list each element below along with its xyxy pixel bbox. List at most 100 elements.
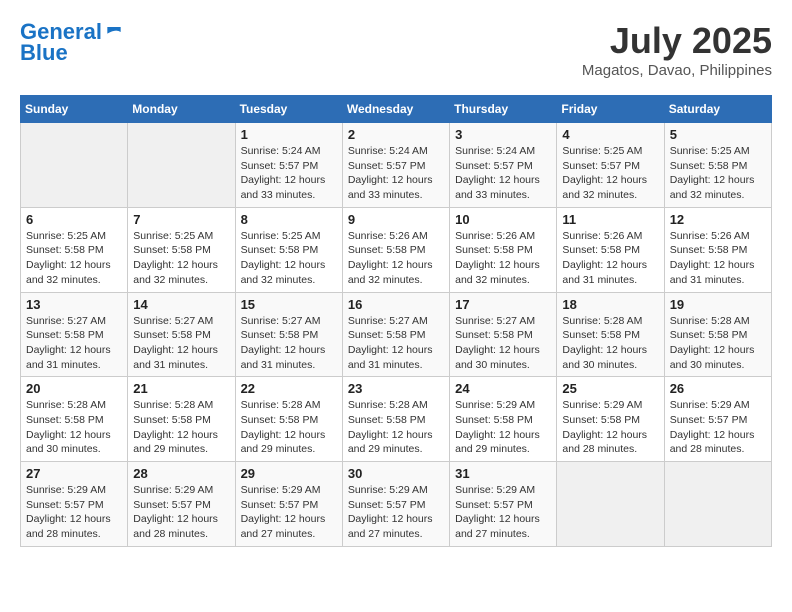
calendar-week-row: 13 Sunrise: 5:27 AMSunset: 5:58 PMDayligh… — [21, 292, 772, 377]
logo-icon — [104, 22, 124, 42]
calendar-cell — [557, 462, 664, 547]
calendar-cell: 6 Sunrise: 5:25 AMSunset: 5:58 PMDaylight… — [21, 207, 128, 292]
calendar-cell: 1Sunrise: 5:24 AMSunset: 5:57 PMDaylight… — [235, 123, 342, 208]
day-number: 19 — [670, 297, 766, 312]
weekday-header: Thursday — [450, 96, 557, 123]
day-number: 25 — [562, 381, 658, 396]
weekday-header: Sunday — [21, 96, 128, 123]
day-info: Sunrise: 5:28 AMSunset: 5:58 PMDaylight:… — [241, 398, 337, 457]
calendar-cell: 24Sunrise: 5:29 AMSunset: 5:58 PMDayligh… — [450, 377, 557, 462]
calendar-cell: 29Sunrise: 5:29 AMSunset: 5:57 PMDayligh… — [235, 462, 342, 547]
day-info: Sunrise: 5:26 AMSunset: 5:58 PMDaylight:… — [348, 229, 444, 288]
calendar-cell — [21, 123, 128, 208]
calendar-cell: 2Sunrise: 5:24 AMSunset: 5:57 PMDaylight… — [342, 123, 449, 208]
calendar-cell — [128, 123, 235, 208]
calendar-cell: 7Sunrise: 5:25 AMSunset: 5:58 PMDaylight… — [128, 207, 235, 292]
page-header: General Blue July 2025 Magatos, Davao, P… — [20, 20, 772, 79]
day-info: Sunrise: 5:26 AMSunset: 5:58 PMDaylight:… — [670, 229, 766, 288]
day-info: Sunrise: 5:25 AMSunset: 5:58 PMDaylight:… — [26, 229, 122, 288]
day-number: 14 — [133, 297, 229, 312]
calendar-cell: 21Sunrise: 5:28 AMSunset: 5:58 PMDayligh… — [128, 377, 235, 462]
day-number: 4 — [562, 127, 658, 142]
day-info: Sunrise: 5:24 AMSunset: 5:57 PMDaylight:… — [455, 144, 551, 203]
day-info: Sunrise: 5:29 AMSunset: 5:57 PMDaylight:… — [133, 483, 229, 542]
day-info: Sunrise: 5:28 AMSunset: 5:58 PMDaylight:… — [133, 398, 229, 457]
day-info: Sunrise: 5:25 AMSunset: 5:58 PMDaylight:… — [670, 144, 766, 203]
day-info: Sunrise: 5:24 AMSunset: 5:57 PMDaylight:… — [348, 144, 444, 203]
month-year-title: July 2025 — [582, 20, 772, 62]
day-number: 23 — [348, 381, 444, 396]
day-info: Sunrise: 5:27 AMSunset: 5:58 PMDaylight:… — [241, 314, 337, 373]
calendar-week-row: 6 Sunrise: 5:25 AMSunset: 5:58 PMDaylight… — [21, 207, 772, 292]
day-info: Sunrise: 5:28 AMSunset: 5:58 PMDaylight:… — [562, 314, 658, 373]
weekday-header: Monday — [128, 96, 235, 123]
day-info: Sunrise: 5:28 AMSunset: 5:58 PMDaylight:… — [670, 314, 766, 373]
day-number: 7 — [133, 212, 229, 227]
day-number: 28 — [133, 466, 229, 481]
calendar-cell: 22 Sunrise: 5:28 AMSunset: 5:58 PMDayligh… — [235, 377, 342, 462]
calendar-cell — [664, 462, 771, 547]
day-info: Sunrise: 5:29 AMSunset: 5:57 PMDaylight:… — [348, 483, 444, 542]
weekday-header: Friday — [557, 96, 664, 123]
title-block: July 2025 Magatos, Davao, Philippines — [582, 20, 772, 79]
weekday-header: Wednesday — [342, 96, 449, 123]
calendar-cell: 19 Sunrise: 5:28 AMSunset: 5:58 PMDayligh… — [664, 292, 771, 377]
day-number: 16 — [348, 297, 444, 312]
day-number: 11 — [562, 212, 658, 227]
calendar-cell: 17 Sunrise: 5:27 AMSunset: 5:58 PMDayligh… — [450, 292, 557, 377]
calendar-table: SundayMondayTuesdayWednesdayThursdayFrid… — [20, 95, 772, 547]
day-info: Sunrise: 5:28 AMSunset: 5:58 PMDaylight:… — [26, 398, 122, 457]
calendar-cell: 14Sunrise: 5:27 AMSunset: 5:58 PMDayligh… — [128, 292, 235, 377]
logo: General Blue — [20, 20, 124, 66]
day-number: 15 — [241, 297, 337, 312]
day-number: 24 — [455, 381, 551, 396]
calendar-cell: 13 Sunrise: 5:27 AMSunset: 5:58 PMDayligh… — [21, 292, 128, 377]
day-number: 13 — [26, 297, 122, 312]
day-number: 8 — [241, 212, 337, 227]
day-info: Sunrise: 5:26 AMSunset: 5:58 PMDaylight:… — [455, 229, 551, 288]
day-number: 9 — [348, 212, 444, 227]
day-number: 1 — [241, 127, 337, 142]
day-number: 26 — [670, 381, 766, 396]
calendar-cell: 31 Sunrise: 5:29 AMSunset: 5:57 PMDayligh… — [450, 462, 557, 547]
day-number: 22 — [241, 381, 337, 396]
calendar-week-row: 1 Sunrise: 5:24 AMSunset: 5:57 PMDaylight… — [21, 123, 772, 208]
calendar-week-row: 20 Sunrise: 5:28 AMSunset: 5:58 PMDayligh… — [21, 377, 772, 462]
weekday-header: Tuesday — [235, 96, 342, 123]
weekday-header: Saturday — [664, 96, 771, 123]
calendar-cell: 27Sunrise: 5:29 AMSunset: 5:57 PMDayligh… — [21, 462, 128, 547]
calendar-cell: 5 Sunrise: 5:25 AMSunset: 5:58 PMDaylight… — [664, 123, 771, 208]
day-number: 5 — [670, 127, 766, 142]
day-number: 20 — [26, 381, 122, 396]
day-info: Sunrise: 5:27 AMSunset: 5:58 PMDaylight:… — [26, 314, 122, 373]
calendar-header-row: SundayMondayTuesdayWednesdayThursdayFrid… — [21, 96, 772, 123]
calendar-cell: 16 Sunrise: 5:27 AMSunset: 5:58 PMDayligh… — [342, 292, 449, 377]
day-info: Sunrise: 5:29 AMSunset: 5:57 PMDaylight:… — [670, 398, 766, 457]
day-info: Sunrise: 5:27 AMSunset: 5:58 PMDaylight:… — [455, 314, 551, 373]
calendar-cell: 26 Sunrise: 5:29 AMSunset: 5:57 PMDayligh… — [664, 377, 771, 462]
calendar-cell: 3 Sunrise: 5:24 AMSunset: 5:57 PMDaylight… — [450, 123, 557, 208]
calendar-cell: 18Sunrise: 5:28 AMSunset: 5:58 PMDayligh… — [557, 292, 664, 377]
day-number: 17 — [455, 297, 551, 312]
calendar-cell: 30 Sunrise: 5:29 AMSunset: 5:57 PMDayligh… — [342, 462, 449, 547]
calendar-week-row: 27Sunrise: 5:29 AMSunset: 5:57 PMDayligh… — [21, 462, 772, 547]
day-info: Sunrise: 5:29 AMSunset: 5:57 PMDaylight:… — [455, 483, 551, 542]
calendar-cell: 10 Sunrise: 5:26 AMSunset: 5:58 PMDayligh… — [450, 207, 557, 292]
day-info: Sunrise: 5:25 AMSunset: 5:58 PMDaylight:… — [241, 229, 337, 288]
day-number: 30 — [348, 466, 444, 481]
calendar-cell: 25Sunrise: 5:29 AMSunset: 5:58 PMDayligh… — [557, 377, 664, 462]
calendar-cell: 15 Sunrise: 5:27 AMSunset: 5:58 PMDayligh… — [235, 292, 342, 377]
day-number: 3 — [455, 127, 551, 142]
calendar-cell: 23Sunrise: 5:28 AMSunset: 5:58 PMDayligh… — [342, 377, 449, 462]
calendar-cell: 9 Sunrise: 5:26 AMSunset: 5:58 PMDaylight… — [342, 207, 449, 292]
day-info: Sunrise: 5:27 AMSunset: 5:58 PMDaylight:… — [348, 314, 444, 373]
day-info: Sunrise: 5:25 AMSunset: 5:57 PMDaylight:… — [562, 144, 658, 203]
day-info: Sunrise: 5:29 AMSunset: 5:57 PMDaylight:… — [26, 483, 122, 542]
day-number: 6 — [26, 212, 122, 227]
location-subtitle: Magatos, Davao, Philippines — [582, 62, 772, 79]
day-number: 10 — [455, 212, 551, 227]
calendar-cell: 12 Sunrise: 5:26 AMSunset: 5:58 PMDayligh… — [664, 207, 771, 292]
day-number: 12 — [670, 212, 766, 227]
day-number: 31 — [455, 466, 551, 481]
calendar-cell: 20 Sunrise: 5:28 AMSunset: 5:58 PMDayligh… — [21, 377, 128, 462]
